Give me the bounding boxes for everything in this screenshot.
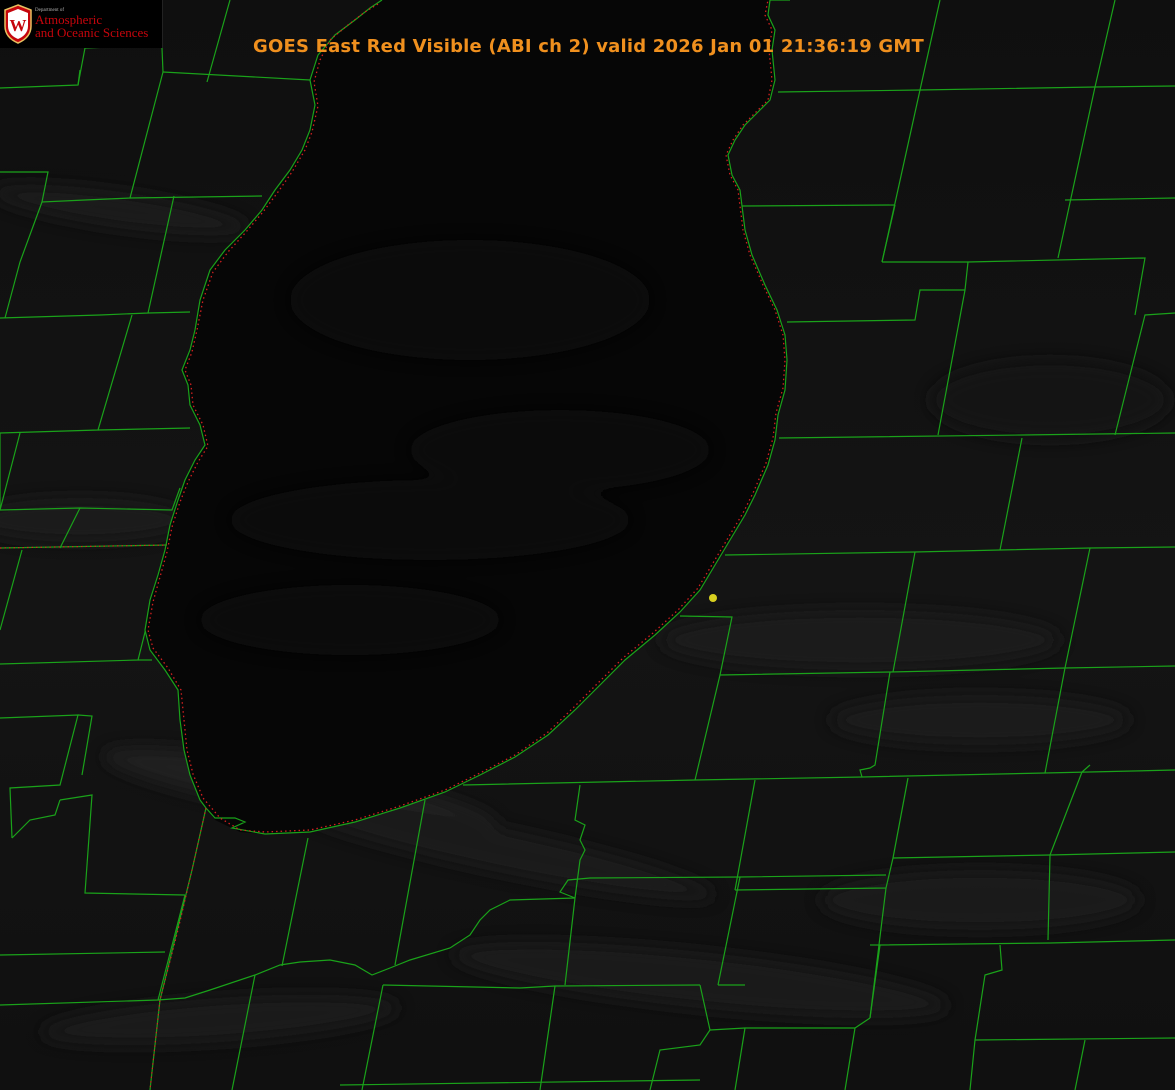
seal-letter: W [10,16,27,35]
image-title-text: GOES East Red Visible (ABI ch 2) valid 2… [252,36,924,57]
point-marker-icon [709,594,717,602]
satellite-map [0,0,1175,1090]
image-title: GOES East Red Visible (ABI ch 2) valid 2… [0,36,1175,57]
